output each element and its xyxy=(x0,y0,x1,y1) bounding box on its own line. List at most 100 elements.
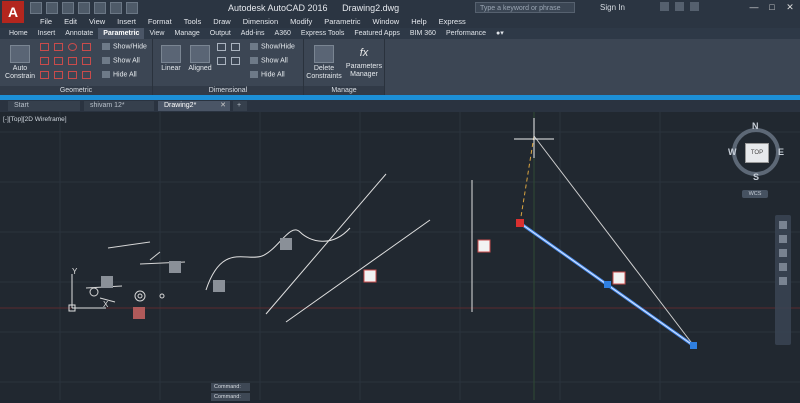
parameters-manager-button[interactable]: fx Parameters Manager xyxy=(344,45,384,79)
compass-north[interactable]: N xyxy=(752,121,759,131)
menu-express[interactable]: Express xyxy=(433,17,472,27)
showmotion-icon[interactable] xyxy=(779,277,787,285)
search-input[interactable]: Type a keyword or phrase xyxy=(475,2,575,13)
new-icon[interactable] xyxy=(30,2,42,14)
pan-icon[interactable] xyxy=(779,235,787,243)
line-segment[interactable] xyxy=(285,219,431,323)
save-as-icon[interactable] xyxy=(78,2,90,14)
coincident-icon[interactable] xyxy=(40,43,49,51)
open-icon[interactable] xyxy=(46,2,58,14)
stay-connected-icon[interactable] xyxy=(675,2,684,11)
tab-view[interactable]: View xyxy=(144,28,169,39)
exchange-icon[interactable] xyxy=(660,2,669,11)
delete-constraints-button[interactable]: Delete Constraints xyxy=(304,45,344,81)
drawing-geometry[interactable]: Y X xyxy=(0,112,800,400)
sign-in-button[interactable]: Sign In xyxy=(600,3,625,12)
parallel-icon[interactable] xyxy=(40,57,49,65)
doc-tab-drawing2[interactable]: Drawing2* ✕ xyxy=(158,101,230,111)
parallel-constraint-icon[interactable] xyxy=(612,271,626,285)
compass-south[interactable]: S xyxy=(753,172,759,182)
auto-constrain-button[interactable]: Auto Constrain xyxy=(3,45,37,81)
new-tab-button[interactable]: + xyxy=(233,101,247,111)
constraint-marker[interactable] xyxy=(133,307,145,319)
dim-show-all-button[interactable]: Show All xyxy=(250,57,288,64)
tab-parametric[interactable]: Parametric xyxy=(98,28,145,39)
command-line[interactable]: Command: Command: xyxy=(211,383,250,403)
save-icon[interactable] xyxy=(62,2,74,14)
zoom-icon[interactable] xyxy=(779,249,787,257)
collinear-icon[interactable] xyxy=(54,43,63,51)
geo-show-all-button[interactable]: Show All xyxy=(102,57,140,64)
grip-midpoint[interactable] xyxy=(604,281,611,288)
menu-tools[interactable]: Tools xyxy=(178,17,208,27)
redo-icon[interactable] xyxy=(126,2,138,14)
tab-featured-apps[interactable]: Featured Apps xyxy=(349,28,405,39)
concentric-icon[interactable] xyxy=(68,43,77,51)
doc-tab-start[interactable]: Start xyxy=(8,101,80,111)
tangent-icon[interactable] xyxy=(40,71,49,79)
tab-annotate[interactable]: Annotate xyxy=(60,28,98,39)
help-icon[interactable] xyxy=(690,2,699,11)
orbit-icon[interactable] xyxy=(779,263,787,271)
grip-endpoint-start[interactable] xyxy=(516,219,524,227)
tab-home[interactable]: Home xyxy=(4,28,33,39)
viewcube[interactable]: N S E W TOP xyxy=(728,121,784,182)
menu-parametric[interactable]: Parametric xyxy=(318,17,366,27)
menu-edit[interactable]: Edit xyxy=(58,17,83,27)
horizontal-icon[interactable] xyxy=(68,57,77,65)
compass-west[interactable]: W xyxy=(728,147,737,157)
geo-show-hide-button[interactable]: Show/Hide xyxy=(102,43,147,50)
smooth-icon[interactable] xyxy=(54,71,63,79)
grip-endpoint-end[interactable] xyxy=(690,342,697,349)
angular-icon[interactable] xyxy=(217,57,226,65)
maximize-icon[interactable]: □ xyxy=(764,1,780,13)
minimize-icon[interactable]: — xyxy=(746,1,762,13)
geo-hide-all-button[interactable]: Hide All xyxy=(102,71,137,78)
menu-help[interactable]: Help xyxy=(405,17,432,27)
tab-performance[interactable]: Performance xyxy=(441,28,491,39)
menu-draw[interactable]: Draw xyxy=(207,17,237,27)
fix-icon[interactable] xyxy=(82,43,91,51)
vertical-icon[interactable] xyxy=(82,57,91,65)
tab-express-tools[interactable]: Express Tools xyxy=(296,28,349,39)
menu-dimension[interactable]: Dimension xyxy=(237,17,284,27)
ribbon-options-icon[interactable]: ●▾ xyxy=(491,28,509,39)
radius-icon[interactable] xyxy=(217,43,226,51)
geometric-panel-title[interactable]: Geometric xyxy=(0,86,152,95)
tab-add-ins[interactable]: Add-ins xyxy=(236,28,270,39)
dimensional-panel-title[interactable]: Dimensional xyxy=(153,86,303,95)
undo-icon[interactable] xyxy=(110,2,122,14)
tab-manage[interactable]: Manage xyxy=(169,28,204,39)
close-tab-icon[interactable]: ✕ xyxy=(220,101,226,111)
diameter-icon[interactable] xyxy=(231,43,240,51)
constraint-marker[interactable] xyxy=(280,238,292,250)
wcs-menu-button[interactable]: WCS xyxy=(742,190,768,198)
convert-icon[interactable] xyxy=(231,57,240,65)
dim-hide-all-button[interactable]: Hide All xyxy=(250,71,285,78)
doc-tab-shivam-12[interactable]: shivam 12* xyxy=(84,101,154,111)
triangle-edge[interactable] xyxy=(533,135,695,347)
linear-button[interactable]: Linear xyxy=(157,45,185,73)
equal-icon[interactable] xyxy=(82,71,91,79)
menu-format[interactable]: Format xyxy=(142,17,178,27)
steering-wheel-icon[interactable] xyxy=(779,221,787,229)
plot-icon[interactable] xyxy=(94,2,106,14)
menu-insert[interactable]: Insert xyxy=(111,17,142,27)
constraint-marker[interactable] xyxy=(101,276,113,288)
menu-view[interactable]: View xyxy=(83,17,111,27)
tab-a360[interactable]: A360 xyxy=(270,28,296,39)
tab-bim-360[interactable]: BIM 360 xyxy=(405,28,441,39)
constraint-marker[interactable] xyxy=(169,261,181,273)
tab-insert[interactable]: Insert xyxy=(33,28,61,39)
menu-modify[interactable]: Modify xyxy=(284,17,318,27)
symmetric-icon[interactable] xyxy=(68,71,77,79)
close-icon[interactable]: ✕ xyxy=(782,1,798,13)
menu-window[interactable]: Window xyxy=(367,17,406,27)
tab-output[interactable]: Output xyxy=(205,28,236,39)
application-menu-button[interactable]: A xyxy=(2,1,24,23)
viewport-controls[interactable]: [-][Top][2D Wireframe] xyxy=(3,116,67,123)
compass-east[interactable]: E xyxy=(778,147,784,157)
spline-curve[interactable] xyxy=(205,227,351,291)
aligned-constraint-icon[interactable] xyxy=(363,269,377,283)
dim-show-hide-button[interactable]: Show/Hide xyxy=(250,43,295,50)
